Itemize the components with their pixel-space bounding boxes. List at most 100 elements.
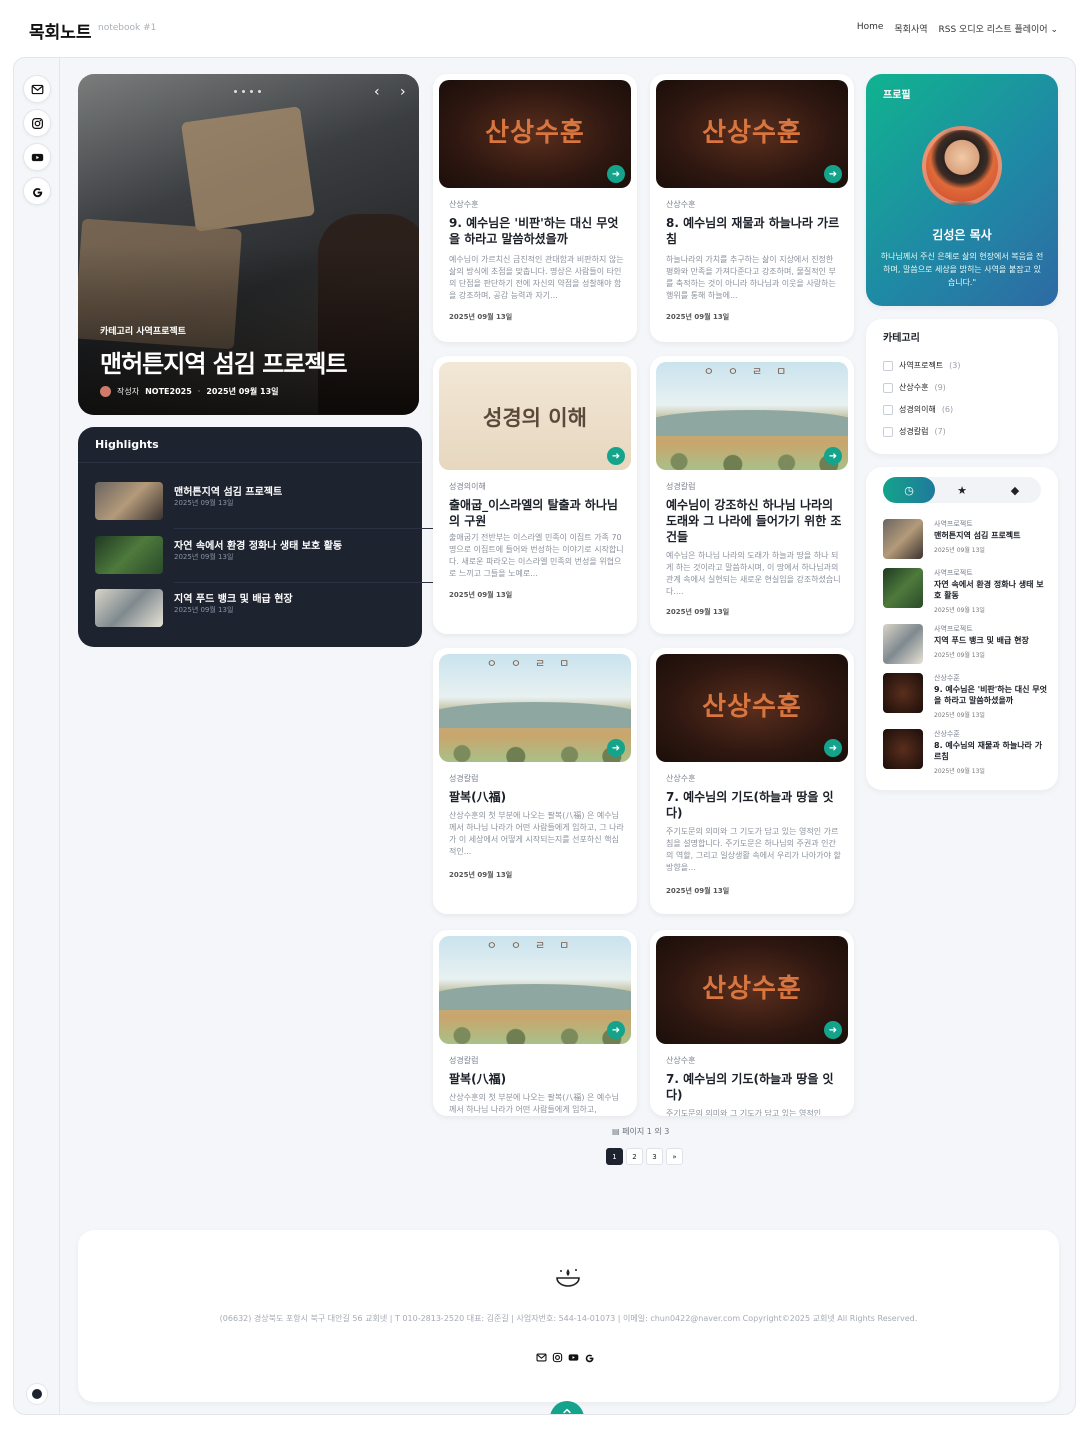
recent-post-item[interactable]: 사역프로젝트 자연 속에서 환경 정화나 생태 보호 활동 2025년 09월 … xyxy=(883,568,1048,614)
arrow-right-icon[interactable]: ➜ xyxy=(607,1021,625,1039)
footer: (06632) 경상북도 포항시 북구 대안길 56 교회넷 | T 010-2… xyxy=(78,1230,1059,1402)
category-widget: 카테고리 사역프로젝트 (3) 산상수훈 (9) 성경의이해 (6) 성경칼럼 (7) xyxy=(866,319,1058,454)
avatar xyxy=(922,126,1002,206)
footer-social xyxy=(536,1352,595,1363)
highlight-thumbnail xyxy=(95,589,163,627)
profile-name: 김성은 목사 xyxy=(932,228,992,242)
recent-post-item[interactable]: 산상수훈 9. 예수님은 '비판'하는 대신 무엇을 하라고 말씀하셨을까 20… xyxy=(883,673,1048,719)
arrow-right-icon[interactable]: ➜ xyxy=(824,165,842,183)
category-item[interactable]: 성경의이해 (6) xyxy=(883,404,953,415)
post-card[interactable]: 산상수훈 ➜ 산상수훈 7. 예수님의 기도(하늘과 땅을 잇다) 주기도문의 … xyxy=(650,648,854,914)
arrow-right-icon[interactable]: ➜ xyxy=(824,447,842,465)
post-thumbnail: 성경의 이해 xyxy=(439,362,631,470)
recent-thumbnail xyxy=(883,519,923,559)
next-page-button[interactable]: » xyxy=(666,1148,683,1165)
post-thumbnail: 산상수훈 xyxy=(656,936,848,1044)
page-2-button[interactable]: 2 xyxy=(626,1148,643,1165)
mail-icon[interactable] xyxy=(23,75,51,103)
slider-dots[interactable] xyxy=(234,90,261,93)
hero-date: 2025년 09월 13일 xyxy=(206,387,279,396)
hero-category[interactable]: 카테고리 사역프로젝트 xyxy=(100,324,186,337)
nav-item-rss-player[interactable]: RSS 오디오 리스트 플레이어 ⌄ xyxy=(939,22,1058,35)
recent-post-item[interactable]: 사역프로젝트 맨허튼지역 섬김 프로젝트 2025년 09월 13일 xyxy=(883,519,1048,563)
post-card[interactable]: ㅇㅇㄹㅁ ➜ 성경칼럼 팔복(八福) 산상수훈의 첫 부분에 나오는 팔복(八福… xyxy=(433,930,637,1116)
post-thumbnail: 산상수훈 xyxy=(439,80,631,188)
site-subtitle: notebook #1 xyxy=(98,23,157,33)
folder-icon xyxy=(883,404,893,415)
google-icon[interactable] xyxy=(584,1352,595,1363)
recent-post-item[interactable]: 산상수훈 8. 예수님의 재물과 하늘나라 가르침 2025년 09월 13일 xyxy=(883,729,1048,775)
chevron-down-icon: ⌄ xyxy=(1050,25,1058,35)
pagination: 1 2 3 » xyxy=(606,1148,683,1165)
youtube-icon[interactable] xyxy=(568,1352,579,1363)
page-1-button[interactable]: 1 xyxy=(606,1148,623,1165)
highlight-item[interactable]: 맨허튼지역 섬김 프로젝트 2025년 09월 13일 xyxy=(95,478,407,522)
recent-thumbnail xyxy=(883,673,923,713)
social-rail xyxy=(14,58,60,1414)
star-icon[interactable]: ★ xyxy=(936,477,988,503)
page-info: ▤ 페이지 1 의 3 xyxy=(612,1127,670,1136)
scroll-to-top-button[interactable]: ⌃ xyxy=(550,1401,584,1415)
post-card[interactable]: 산상수훈 ➜ 산상수훈 7. 예수님의 기도(하늘과 땅을 잇다) 주기도문의 … xyxy=(650,930,854,1116)
chevron-left-icon[interactable]: ‹ xyxy=(374,84,380,100)
tag-icon[interactable]: ◆ xyxy=(989,477,1041,503)
recent-thumbnail xyxy=(883,568,923,608)
clock-icon[interactable]: ◷ xyxy=(883,477,935,503)
avatar xyxy=(100,386,111,397)
nav-item-home[interactable]: Home xyxy=(857,22,884,35)
top-nav: Home 목회사역 RSS 오디오 리스트 플레이어 ⌄ xyxy=(857,22,1058,35)
profile-heading: 프로필 xyxy=(883,90,911,101)
post-thumbnail: ㅇㅇㄹㅁ xyxy=(656,362,848,470)
folder-icon xyxy=(883,426,893,437)
arrow-right-icon[interactable]: ➜ xyxy=(607,447,625,465)
post-thumbnail: ㅇㅇㄹㅁ xyxy=(439,936,631,1044)
post-card[interactable]: 산상수훈 ➜ 산상수훈 8. 예수님의 재물과 하늘나라 가르침 하늘나라의 가… xyxy=(650,74,854,342)
post-thumbnail: ㅇㅇㄹㅁ xyxy=(439,654,631,762)
category-item[interactable]: 성경칼럼 (7) xyxy=(883,426,946,437)
hero-slider[interactable]: ‹ › 카테고리 사역프로젝트 맨허튼지역 섬김 프로젝트 작성자 NOTE20… xyxy=(78,74,419,415)
recent-thumbnail xyxy=(883,624,923,664)
highlights-title: Highlights xyxy=(95,438,159,451)
arrow-right-icon[interactable]: ➜ xyxy=(824,739,842,757)
category-item[interactable]: 사역프로젝트 (3) xyxy=(883,360,961,371)
theme-toggle-icon[interactable] xyxy=(26,1383,48,1405)
post-thumbnail: 산상수훈 xyxy=(656,654,848,762)
recent-tabs: ◷ ★ ◆ xyxy=(883,477,1041,503)
page-3-button[interactable]: 3 xyxy=(646,1148,663,1165)
recent-posts-widget: ◷ ★ ◆ 사역프로젝트 맨허튼지역 섬김 프로젝트 2025년 09월 13일… xyxy=(866,467,1058,790)
site-title[interactable]: 목회노트 xyxy=(29,18,92,43)
hero-title[interactable]: 맨허튼지역 섬김 프로젝트 xyxy=(100,344,348,379)
hero-image xyxy=(180,106,316,232)
profile-card: 프로필 김성은 목사 하나님께서 주신 은혜로 삶의 현장에서 복음을 전하며,… xyxy=(866,74,1058,306)
post-card[interactable]: ㅇㅇㄹㅁ ➜ 성경칼럼 팔복(八福) 산상수훈의 첫 부분에 나오는 팔복(八福… xyxy=(433,648,637,914)
instagram-icon[interactable] xyxy=(23,109,51,137)
arrow-right-icon[interactable]: ➜ xyxy=(607,165,625,183)
lamp-logo-icon xyxy=(556,1269,580,1287)
arrow-right-icon[interactable]: ➜ xyxy=(824,1021,842,1039)
hero-author[interactable]: NOTE2025 xyxy=(145,387,192,396)
top-bar: 목회노트 notebook #1 Home 목회사역 RSS 오디오 리스트 플… xyxy=(0,0,1080,56)
arrow-right-icon[interactable]: ➜ xyxy=(607,739,625,757)
post-card[interactable]: 성경의 이해 ➜ 성경의이해 출애굽_이스라엘의 탈출과 하나님의 구원 출애굽… xyxy=(433,356,637,634)
mail-icon[interactable] xyxy=(536,1352,547,1363)
recent-thumbnail xyxy=(883,729,923,769)
recent-post-item[interactable]: 사역프로젝트 지역 푸드 뱅크 및 배급 현장 2025년 09월 13일 xyxy=(883,624,1048,668)
chevron-right-icon[interactable]: › xyxy=(400,84,406,100)
post-card[interactable]: 산상수훈 ➜ 산상수훈 9. 예수님은 '비판'하는 대신 무엇을 하라고 말씀… xyxy=(433,74,637,342)
folder-icon xyxy=(883,382,893,393)
instagram-icon[interactable] xyxy=(552,1352,563,1363)
category-item[interactable]: 산상수훈 (9) xyxy=(883,382,946,393)
post-thumbnail: 산상수훈 xyxy=(656,80,848,188)
highlight-thumbnail xyxy=(95,482,163,520)
nav-item-ministry[interactable]: 목회사역 xyxy=(894,22,927,35)
profile-bio: 하나님께서 주신 은혜로 삶의 현장에서 복음을 전하며, 말씀으로 세상을 밝… xyxy=(880,252,1044,287)
highlight-item[interactable]: 지역 푸드 뱅크 및 배급 현장 2025년 09월 13일 xyxy=(95,585,407,629)
chevron-up-icon: ⌃ xyxy=(559,1406,574,1415)
highlight-item[interactable]: 자연 속에서 환경 정화나 생태 보호 활동 2025년 09월 13일 xyxy=(95,532,407,576)
youtube-icon[interactable] xyxy=(23,143,51,171)
folder-icon xyxy=(883,360,893,371)
category-heading: 카테고리 xyxy=(883,333,920,344)
post-card[interactable]: ㅇㅇㄹㅁ ➜ 성경칼럼 예수님이 강조하신 하나님 나라의 도래와 그 나라에 … xyxy=(650,356,854,634)
hero-meta: 작성자 NOTE2025 · 2025년 09월 13일 xyxy=(100,386,279,397)
google-icon[interactable] xyxy=(23,177,51,205)
